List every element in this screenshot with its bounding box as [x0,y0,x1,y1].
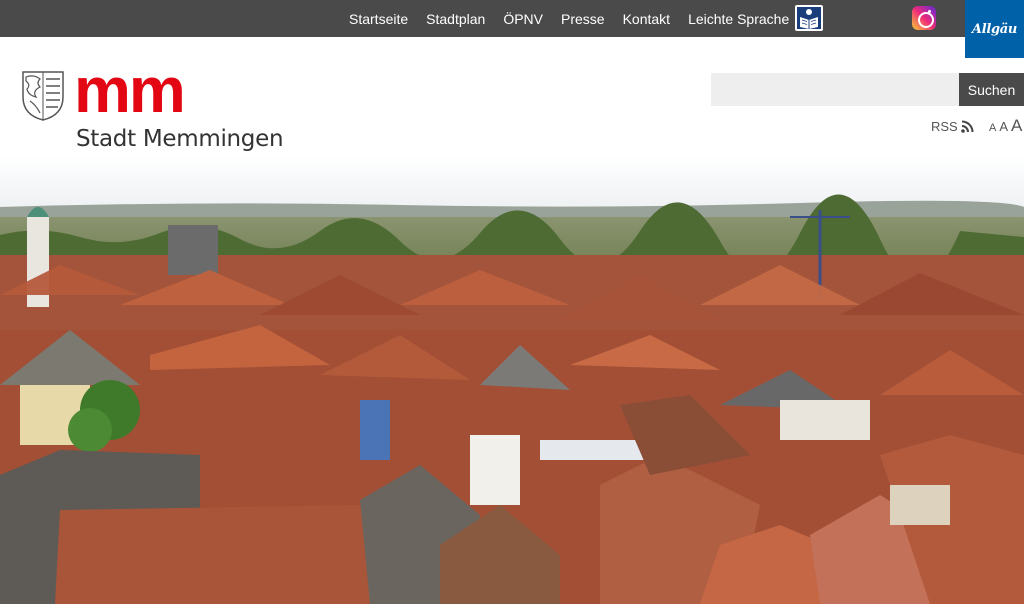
font-size-large[interactable]: A [1011,116,1022,136]
search-button[interactable]: Suchen [959,73,1024,106]
rss-link[interactable]: RSS [931,119,974,134]
rss-label: RSS [931,119,958,134]
rss-icon [960,120,974,133]
font-size-small[interactable]: A [989,122,996,134]
logo-mark[interactable]: mm [74,58,186,122]
top-navigation-bar: Startseite Stadtplan ÖPNV Presse Kontakt… [0,0,1024,37]
font-size-switcher: A A A [989,116,1022,136]
nav-stadtplan[interactable]: Stadtplan [426,11,485,27]
nav-presse[interactable]: Presse [561,11,605,27]
coat-of-arms-icon[interactable] [22,71,64,121]
nav-startseite[interactable]: Startseite [349,11,408,27]
city-panorama-image [0,155,1024,604]
allgaeu-logo-text: Allgäu [971,21,1018,37]
instagram-icon[interactable] [912,6,936,30]
top-navigation: Startseite Stadtplan ÖPNV Presse Kontakt… [340,0,798,37]
font-size-medium[interactable]: A [999,119,1008,134]
easy-language-book-icon[interactable] [795,5,823,31]
logo-city-name[interactable]: Stadt Memmingen [76,126,284,152]
allgaeu-logo[interactable]: Allgäu [965,0,1024,58]
nav-leichte-sprache[interactable]: Leichte Sprache [688,11,789,27]
nav-kontakt[interactable]: Kontakt [623,11,670,27]
search-input[interactable] [711,73,959,106]
nav-oepnv[interactable]: ÖPNV [503,11,543,27]
